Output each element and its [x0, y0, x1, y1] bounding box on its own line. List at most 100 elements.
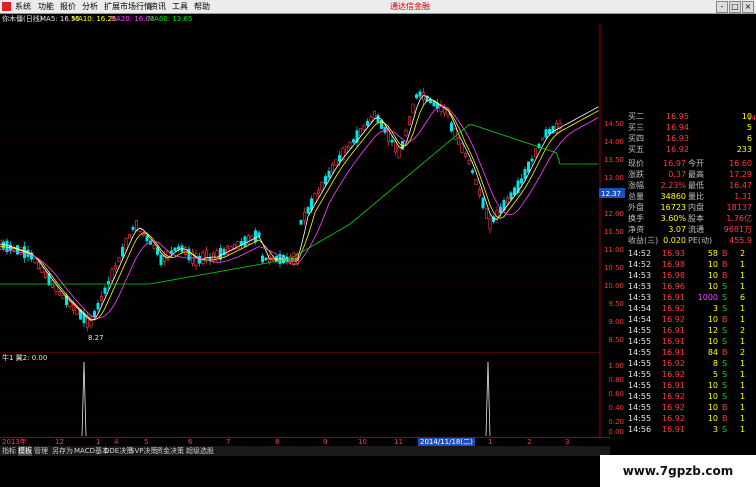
- tab-2[interactable]: 管理: [34, 446, 48, 456]
- stat-label: 涨跌: [628, 170, 644, 179]
- order-level: 买五 16.92 233: [626, 145, 756, 155]
- price-tick: 10.00: [603, 282, 624, 290]
- tick-side: S: [722, 304, 728, 313]
- candle-body: [519, 178, 523, 184]
- tick-side: B: [722, 260, 728, 269]
- tick-volume: 58: [707, 249, 718, 258]
- stat-row: 换手 3.60% 股本 1.76亿: [626, 214, 756, 224]
- tick-count: 6: [740, 293, 746, 302]
- indicator-tick: 0.80: [608, 376, 624, 384]
- tick-count: 1: [740, 271, 746, 280]
- stat-label: 今开: [688, 159, 704, 168]
- stat-value: 16.60: [729, 159, 752, 168]
- tick-price: 16.96: [662, 282, 685, 291]
- menu-news[interactable]: 资讯: [150, 0, 166, 13]
- maximize-button[interactable]: □: [729, 1, 741, 13]
- tick-count: 2: [740, 326, 746, 335]
- menu-tools[interactable]: 工具: [172, 0, 188, 13]
- banner-text[interactable]: 通达信金融: [390, 0, 430, 13]
- menu-analysis[interactable]: 分析: [82, 0, 98, 13]
- tick-volume: 12: [707, 326, 718, 335]
- tick-row: 14:55 16.92 10 B 1: [626, 414, 756, 424]
- tick-row: 14:53 16.98 10 B 1: [626, 271, 756, 281]
- price-axis: 14.50 14.00 13.50 13.00 12.00 11.50 11.0…: [600, 24, 626, 352]
- candle-body: [418, 91, 422, 97]
- stat-row: 涨跌 0.37 最高 17.29: [626, 170, 756, 180]
- menu-system[interactable]: 系统: [15, 0, 31, 13]
- candle-body: [488, 218, 492, 230]
- tick-time: 14:55: [628, 348, 652, 357]
- tick-price: 16.92: [662, 403, 685, 412]
- order-level: 买四 16.93 6: [626, 134, 756, 144]
- tick-volume: 1000: [697, 293, 718, 302]
- candle-body: [243, 236, 247, 247]
- level-label: 买四: [628, 134, 644, 143]
- stat-label: 流通: [688, 225, 704, 234]
- price-tick: 14.50: [603, 120, 624, 128]
- tab-1[interactable]: 模板: [18, 446, 32, 456]
- tick-count: 1: [740, 381, 746, 390]
- indicator-chart[interactable]: 牛1 翼2: 0.00: [0, 352, 626, 437]
- menu-extended-market[interactable]: 扩展市场行情: [104, 0, 152, 13]
- stat-label: 量比: [688, 192, 704, 201]
- tick-price: 16.93: [662, 249, 685, 258]
- tick-time: 14:56: [628, 425, 652, 434]
- menu-quote[interactable]: 报价: [60, 0, 76, 13]
- candle-body: [467, 160, 471, 164]
- candle-body: [254, 230, 258, 243]
- tick-price: 16.92: [662, 370, 685, 379]
- tick-price: 16.92: [662, 359, 685, 368]
- tick-side: B: [722, 348, 728, 357]
- menu-function[interactable]: 功能: [38, 0, 54, 13]
- candle-body: [57, 291, 61, 296]
- menu-bar: 系统 功能 报价 分析 扩展市场行情 资讯 工具 帮助 通达信金融 - □ ×: [0, 0, 756, 14]
- candle-body: [407, 116, 411, 126]
- stat-value: 455.9: [729, 236, 752, 245]
- level-price: 16.92: [666, 145, 689, 154]
- tick-count: 2: [740, 249, 746, 258]
- level-volume: 233: [736, 145, 752, 154]
- tick-price: 16.92: [662, 315, 685, 324]
- candle-body: [411, 103, 415, 114]
- order-level: 买二 16.95 10: [626, 112, 756, 122]
- tick-price: 16.91: [662, 381, 685, 390]
- tab-8[interactable]: 超级选股: [186, 446, 214, 456]
- tick-side: S: [722, 392, 728, 401]
- minimize-button[interactable]: -: [716, 1, 728, 13]
- stat-label: 现价: [628, 159, 644, 168]
- tab-5[interactable]: DDE决策: [104, 446, 133, 456]
- candle-body: [33, 257, 37, 264]
- tick-side: S: [722, 359, 728, 368]
- candle-body: [100, 295, 104, 302]
- tick-time: 14:55: [628, 381, 652, 390]
- menu-help[interactable]: 帮助: [194, 0, 210, 13]
- candle-body: [177, 246, 181, 250]
- stat-row: 涨幅 2.23% 最低 16.47: [626, 181, 756, 191]
- candle-body: [43, 271, 47, 278]
- stat-value: 1.31: [734, 192, 752, 201]
- candlestick-chart[interactable]: 8.27 12.37: [0, 24, 626, 352]
- tick-count: 1: [740, 337, 746, 346]
- quote-panel: 买二 16.95 10 买三 16.94 5 买四 16.93 6 买五 16.92 233 现价 16.…: [626, 112, 756, 440]
- candle-body: [145, 235, 149, 242]
- tick-count: 1: [740, 392, 746, 401]
- tab-0[interactable]: 指标: [2, 446, 16, 456]
- candle-body: [320, 181, 324, 191]
- chart-background: [0, 24, 600, 352]
- tab-6[interactable]: SVP决策: [130, 446, 157, 456]
- tick-time: 14:55: [628, 359, 652, 368]
- low-price-label: 8.27: [88, 334, 104, 342]
- tab-7[interactable]: 资金决策: [156, 446, 184, 456]
- tab-3[interactable]: 另存为: [52, 446, 73, 456]
- candle-body: [299, 219, 303, 225]
- candle-body: [184, 247, 188, 256]
- indicator-tab-bar: 指标 模板 管理 另存为 MACD基本 DDE决策 SVP决策 资金决策 超级选股: [0, 446, 610, 456]
- stat-value: 18137: [726, 203, 752, 212]
- candle-body: [131, 227, 135, 230]
- candle-body: [474, 179, 478, 185]
- price-tick: 11.50: [603, 228, 624, 236]
- candle-body: [505, 197, 509, 204]
- tick-side: B: [722, 315, 728, 324]
- stat-label: 外盘: [628, 203, 644, 212]
- close-button[interactable]: ×: [742, 1, 754, 13]
